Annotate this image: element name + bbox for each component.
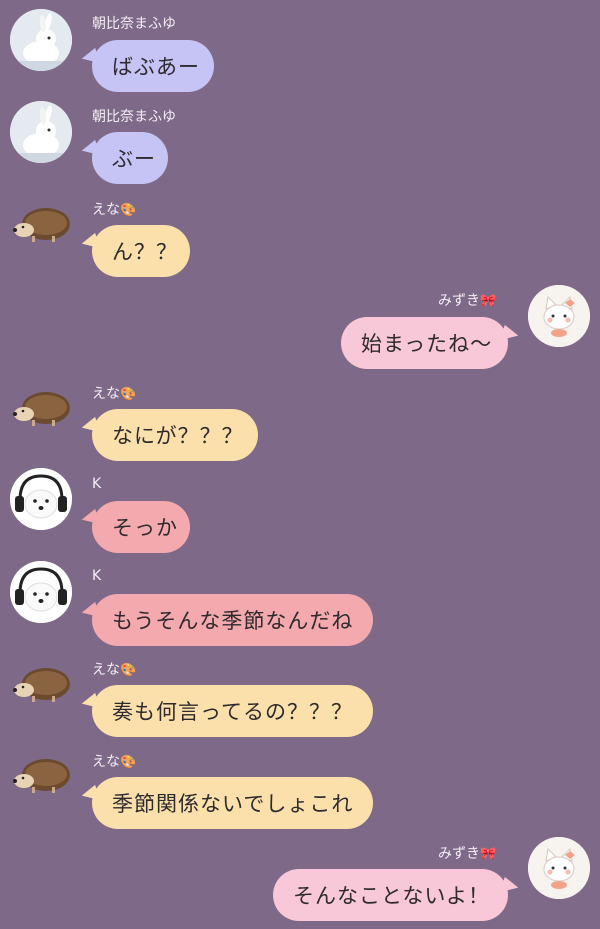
sender-name-text: みずき bbox=[438, 293, 480, 309]
palette-icon: 🎨 bbox=[120, 755, 137, 770]
message-bubble[interactable]: 季節関係ないでしょこれ bbox=[92, 777, 373, 829]
palette-icon: 🎨 bbox=[120, 203, 137, 218]
message-bubble[interactable]: そっか bbox=[92, 501, 190, 553]
message-bubble[interactable]: 始まったね〜 bbox=[341, 317, 508, 369]
sender-name-text: えな bbox=[92, 754, 120, 770]
message-bubble[interactable]: 奏も何言ってるの？？？ bbox=[92, 685, 373, 737]
sender-name: えな🎨 bbox=[92, 751, 136, 771]
sender-name-text: えな bbox=[92, 662, 120, 678]
hedgehog-icon[interactable] bbox=[8, 196, 70, 258]
hedgehog-icon[interactable] bbox=[8, 380, 70, 442]
sender-name-text: みずき bbox=[438, 846, 480, 862]
sender-name-text: えな bbox=[92, 202, 120, 218]
ribbon-icon: 🎀 bbox=[480, 847, 497, 862]
sender-name: えな🎨 bbox=[92, 383, 136, 403]
message-bubble[interactable]: もうそんな季節なんだね bbox=[92, 594, 373, 646]
palette-icon: 🎨 bbox=[120, 387, 137, 402]
message-bubble[interactable]: なにが？？？ bbox=[92, 409, 258, 461]
cat-icon[interactable] bbox=[528, 837, 590, 899]
sender-name: 朝比奈まふゆ bbox=[92, 16, 176, 32]
sender-name: K bbox=[92, 568, 102, 584]
hedgehog-icon[interactable] bbox=[8, 656, 70, 718]
rabbit-icon[interactable] bbox=[10, 101, 72, 163]
sender-name: えな🎨 bbox=[92, 659, 136, 679]
rabbit-icon[interactable] bbox=[10, 9, 72, 71]
sender-name: みずき🎀 bbox=[438, 843, 496, 863]
message-bubble[interactable]: そんなことないよ！ bbox=[273, 869, 508, 921]
message-bubble[interactable]: ばぶあー bbox=[92, 40, 214, 92]
sender-name: えな🎨 bbox=[92, 199, 136, 219]
sender-name: 朝比奈まふゆ bbox=[92, 109, 176, 125]
sender-name: K bbox=[92, 476, 102, 492]
sender-name-text: えな bbox=[92, 386, 120, 402]
message-bubble[interactable]: ん？？ bbox=[92, 225, 190, 277]
sender-name: みずき🎀 bbox=[438, 290, 496, 310]
dog-headphones-icon[interactable] bbox=[10, 561, 72, 623]
palette-icon: 🎨 bbox=[120, 663, 137, 678]
cat-icon[interactable] bbox=[528, 285, 590, 347]
dog-headphones-icon[interactable] bbox=[10, 468, 72, 530]
ribbon-icon: 🎀 bbox=[480, 294, 497, 309]
hedgehog-icon[interactable] bbox=[8, 747, 70, 809]
message-bubble[interactable]: ぶー bbox=[92, 132, 168, 184]
